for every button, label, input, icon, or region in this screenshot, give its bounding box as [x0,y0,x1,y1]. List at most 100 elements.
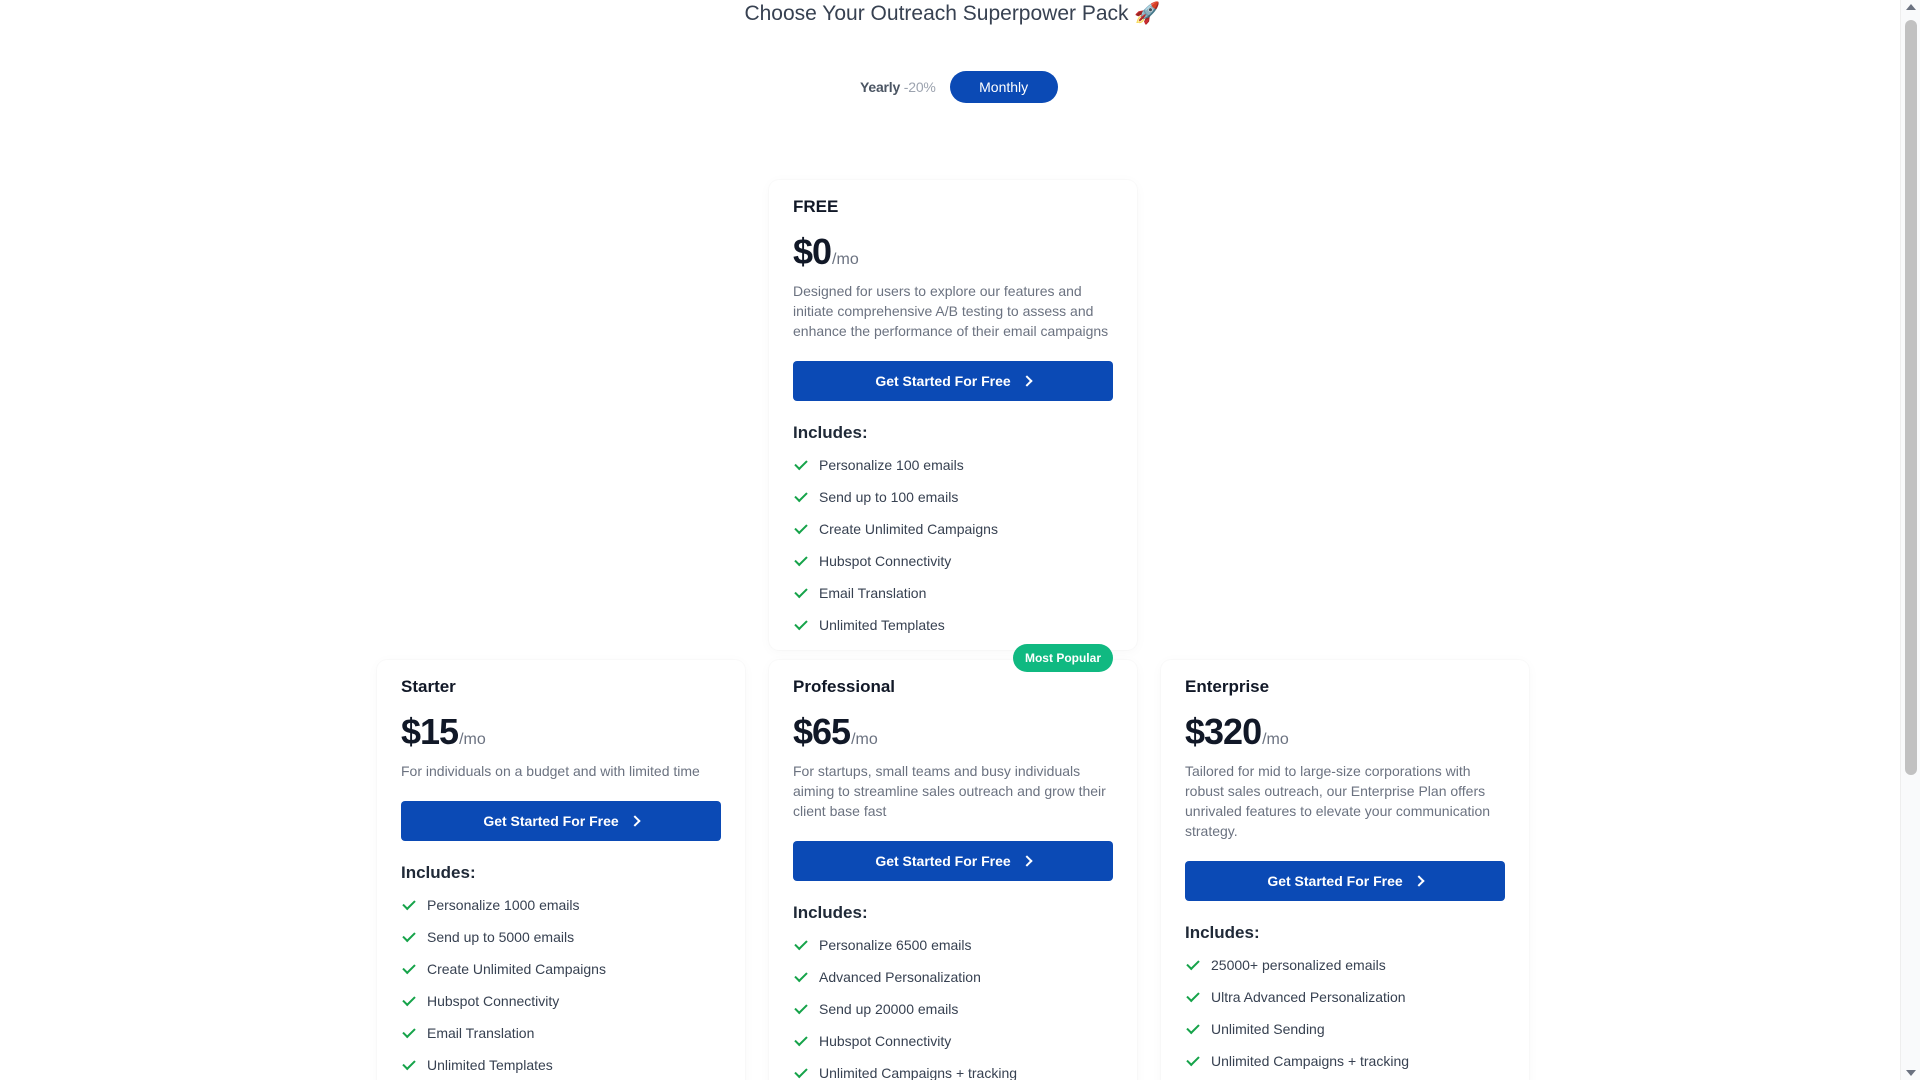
feature-text: Create Unlimited Campaigns [819,521,998,537]
includes-heading: Includes: [401,863,476,882]
yearly-label: Yearly [860,79,901,95]
feature-text: Hubspot Connectivity [819,553,952,569]
includes-heading: Includes: [793,903,868,922]
most-popular-badge: Most Popular [1012,644,1113,672]
feature-item: 25000+ personalized emails [1185,949,1505,981]
scrollbar-thumb[interactable] [1905,20,1917,775]
plan-price: $65 /mo [793,711,1113,753]
check-icon [402,960,416,974]
chevron-right-icon [1413,875,1425,887]
plan-card-enterprise: Enterprise $320 /mo Tailored for mid to … [1161,660,1529,1080]
price-amount: $320 [1185,711,1262,752]
check-icon [402,896,416,910]
check-icon [794,488,808,502]
plan-card-starter: Starter $15 /mo For individuals on a bud… [377,660,745,1080]
feature-item: Email Translation [401,1017,721,1049]
feature-list: Personalize 6500 emails Advanced Persona… [793,929,1113,1080]
feature-text: Advanced Personalization [819,969,981,985]
feature-list: 25000+ personalized emails Ultra Advance… [1185,949,1505,1077]
feature-text: Unlimited Campaigns + tracking [819,1065,1018,1080]
feature-text: Send up 20000 emails [819,1001,959,1017]
feature-item: Personalize 6500 emails [793,929,1113,961]
feature-text: Personalize 100 emails [819,457,964,473]
button-label: Get Started For Free [875,853,1011,869]
feature-item: Unlimited Campaigns + tracking [793,1057,1113,1080]
pricing-page: Choose Your Outreach Superpower Pack 🚀 Y… [0,0,1900,1080]
check-icon [402,992,416,1006]
plan-price: $0 /mo [793,231,1113,273]
scroll-down-arrow-icon[interactable] [1906,1070,1916,1076]
plan-name: Starter [401,677,456,696]
feature-text: Personalize 6500 emails [819,937,972,953]
feature-item: Unlimited Templates [401,1049,721,1080]
price-period: /mo [1262,731,1289,748]
price-period: /mo [832,251,859,268]
feature-item: Hubspot Connectivity [401,985,721,1017]
billing-toggle: Yearly -20% Monthly [860,71,1058,103]
feature-text: Unlimited Sending [1211,1021,1325,1037]
plan-card-free: FREE $0 /mo Designed for users to explor… [769,180,1137,650]
scroll-up-arrow-icon[interactable] [1906,4,1916,10]
feature-item: Unlimited Templates [793,609,1113,641]
feature-item: Create Unlimited Campaigns [401,953,721,985]
feature-item: Ultra Advanced Personalization [1185,981,1505,1013]
price-amount: $15 [401,711,459,752]
page-title-text: Choose Your Outreach Superpower Pack [744,2,1129,25]
plan-description: Designed for users to explore our featur… [793,283,1109,339]
check-icon [402,1024,416,1038]
feature-item: Send up to 100 emails [793,481,1113,513]
check-icon [794,1000,808,1014]
feature-text: 25000+ personalized emails [1211,957,1386,973]
feature-text: Send up to 100 emails [819,489,959,505]
get-started-button[interactable]: Get Started For Free [401,801,721,841]
check-icon [794,520,808,534]
check-icon [794,584,808,598]
rocket-icon: 🚀 [1134,2,1161,25]
feature-list: Personalize 100 emails Send up to 100 em… [793,449,1113,641]
check-icon [794,456,808,470]
plan-name: Professional [793,677,896,696]
plan-description: For individuals on a budget and with lim… [401,763,700,779]
feature-item: Unlimited Sending [1185,1013,1505,1045]
feature-item: Create Unlimited Campaigns [793,513,1113,545]
yearly-discount: -20% [903,79,936,95]
plan-description: For startups, small teams and busy indiv… [793,763,1106,819]
includes-heading: Includes: [793,423,868,442]
button-label: Get Started For Free [875,373,1011,389]
feature-item: Advanced Personalization [793,961,1113,993]
check-icon [1186,988,1200,1002]
chevron-right-icon [1021,375,1033,387]
check-icon [794,1032,808,1046]
plan-description: Tailored for mid to large-size corporati… [1185,763,1491,839]
feature-text: Create Unlimited Campaigns [427,961,606,977]
plan-price: $15 /mo [401,711,721,753]
feature-text: Ultra Advanced Personalization [1211,989,1406,1005]
feature-text: Email Translation [819,585,927,601]
feature-list: Personalize 1000 emails Send up to 5000 … [401,889,721,1080]
feature-item: Unlimited Campaigns + tracking [1185,1045,1505,1077]
vertical-scrollbar[interactable] [1900,0,1920,1080]
button-label: Get Started For Free [483,813,619,829]
price-period: /mo [459,731,486,748]
plan-price: $320 /mo [1185,711,1505,753]
check-icon [794,968,808,982]
feature-item: Hubspot Connectivity [793,1025,1113,1057]
chevron-right-icon [1021,855,1033,867]
check-icon [402,1056,416,1070]
get-started-button[interactable]: Get Started For Free [793,841,1113,881]
check-icon [1186,956,1200,970]
monthly-option[interactable]: Monthly [949,71,1058,103]
page-title: Choose Your Outreach Superpower Pack 🚀 [0,2,1900,26]
feature-item: Send up to 5000 emails [401,921,721,953]
feature-text: Unlimited Templates [819,617,945,633]
check-icon [402,928,416,942]
yearly-option[interactable]: Yearly -20% [860,79,936,95]
price-amount: $0 [793,231,832,272]
feature-text: Personalize 1000 emails [427,897,580,913]
get-started-button[interactable]: Get Started For Free [1185,861,1505,901]
feature-text: Unlimited Campaigns + tracking [1211,1053,1410,1069]
feature-item: Personalize 1000 emails [401,889,721,921]
chevron-right-icon [629,815,641,827]
get-started-button[interactable]: Get Started For Free [793,361,1113,401]
feature-text: Hubspot Connectivity [427,993,560,1009]
